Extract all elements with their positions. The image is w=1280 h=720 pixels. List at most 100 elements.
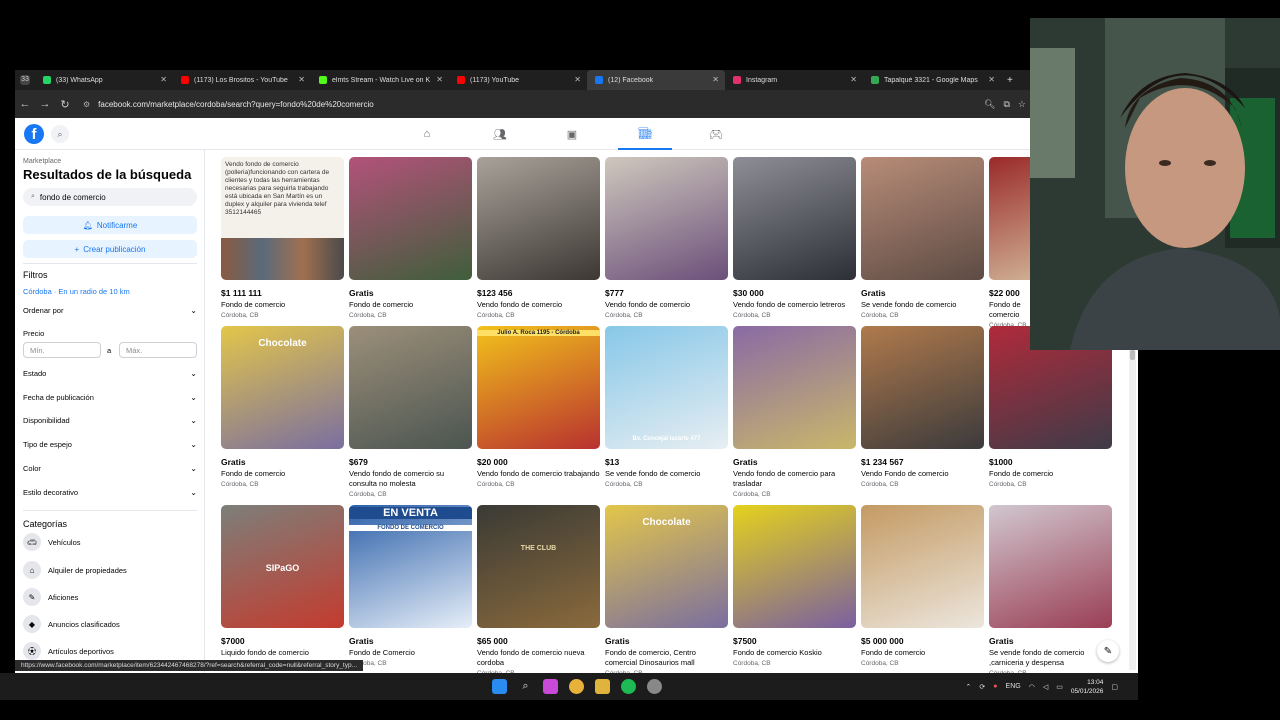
compose-message-button[interactable]: ✎ xyxy=(1097,640,1119,662)
listing-photo[interactable] xyxy=(733,326,856,449)
mic-icon[interactable]: ● xyxy=(993,683,997,690)
page-scrollbar[interactable] xyxy=(1129,350,1136,670)
forward-icon[interactable]: → xyxy=(35,94,55,114)
file-explorer-icon[interactable] xyxy=(595,679,610,694)
friends-nav-icon[interactable]: 👥︎ xyxy=(473,118,527,150)
listing-title[interactable]: Vendo fondo de comercio para trasladar xyxy=(733,469,856,489)
breadcrumb[interactable]: Marketplace xyxy=(23,158,61,165)
listing-card[interactable]: Chocolate Gratis Fondo de comercio Córdoba,… xyxy=(221,326,344,488)
listing-card[interactable]: Vendo fondo de comercio (polleria)funcio… xyxy=(221,157,344,319)
listing-photo[interactable]: Julio A. Roca 1195 - Córdoba xyxy=(477,326,600,449)
location-filter-link[interactable]: Córdoba · En un radio de 10 km xyxy=(23,287,130,296)
listing-photo[interactable]: THE CLUB xyxy=(477,505,600,628)
close-icon[interactable]: ✕ xyxy=(712,75,719,84)
listing-card[interactable]: Gratis Fondo de comercio Córdoba, CB xyxy=(349,157,472,319)
listing-title[interactable]: Fondo de comercio Koskio xyxy=(733,648,856,658)
listing-photo[interactable] xyxy=(861,505,984,628)
min-price-input[interactable]: Mín. xyxy=(23,342,101,358)
listing-photo[interactable] xyxy=(349,157,472,280)
listing-card[interactable]: $777 Vendo fondo de comercio Córdoba, CB xyxy=(605,157,728,319)
listing-photo[interactable]: EN VENTA FONDO DE COMERCIO xyxy=(349,505,472,628)
listing-card[interactable]: Gratis Vendo fondo de comercio para trasl… xyxy=(733,326,856,498)
sync-icon[interactable]: ⟳ xyxy=(979,683,985,691)
listing-photo[interactable] xyxy=(733,157,856,280)
tab-count-badge[interactable]: 33 xyxy=(15,70,35,90)
listing-title[interactable]: Vendo Fondo de comercio xyxy=(861,469,984,479)
reload-icon[interactable]: ↻ xyxy=(55,94,75,114)
listing-photo[interactable]: SIPaGO xyxy=(221,505,344,628)
category-clasificados[interactable]: ◆ Anuncios clasificados xyxy=(23,615,120,633)
tab-facebook[interactable]: (12) Facebook ✕ xyxy=(587,70,725,90)
tab-whatsapp[interactable]: (33) WhatsApp ✕ xyxy=(35,70,173,90)
close-icon[interactable]: ✕ xyxy=(160,75,167,84)
spotify-icon[interactable] xyxy=(621,679,636,694)
chrome-icon[interactable] xyxy=(569,679,584,694)
category-aficiones[interactable]: ✎ Aficiones xyxy=(23,588,78,606)
listing-photo[interactable]: Chocolate xyxy=(221,326,344,449)
listing-title[interactable]: Vendo fondo de comercio su consulta no m… xyxy=(349,469,472,489)
listing-card[interactable]: Gratis Se vende fondo de comercio Córdoba,… xyxy=(861,157,984,319)
listing-photo[interactable]: Los Fiambre xyxy=(989,157,1033,280)
tab-kick[interactable]: elmts Stream - Watch Live on K ✕ xyxy=(311,70,449,90)
close-icon[interactable]: ✕ xyxy=(850,75,857,84)
home-nav-icon[interactable]: ⌂ xyxy=(400,118,454,150)
tab-youtube-brositos[interactable]: (1173) Los Brositos - YouTube ✕ xyxy=(173,70,311,90)
search-icon[interactable]: ⌕ xyxy=(518,679,533,694)
filter-color[interactable]: Color ⌄ xyxy=(23,464,197,473)
search-input[interactable]: ⌕ fondo de comercio xyxy=(23,188,197,206)
clock[interactable]: 13:04 05/01/2026 xyxy=(1071,678,1104,696)
listing-photo[interactable]: Vendo fondo de comercio (polleria)funcio… xyxy=(221,157,344,280)
tab-instagram[interactable]: Instagram ✕ xyxy=(725,70,863,90)
notifications-icon[interactable]: ▢ xyxy=(1111,683,1118,691)
filter-disponibilidad[interactable]: Disponibilidad ⌄ xyxy=(23,416,197,425)
sort-dropdown[interactable]: Ordenar por ⌄ xyxy=(23,306,197,315)
listing-title[interactable]: Se vende fondo de comercio ,carniceria y… xyxy=(989,648,1112,668)
listing-card[interactable]: Bv. Concejal lazarte 477 $13 Se vende fond… xyxy=(605,326,728,488)
filter-estado[interactable]: Estado ⌄ xyxy=(23,369,197,378)
listing-card[interactable]: Gratis Se vende fondo de comercio ,carnic… xyxy=(989,505,1112,673)
listing-title[interactable]: Vendo fondo de comercio letreros xyxy=(733,300,856,310)
listing-title[interactable]: Vendo fondo de comercio xyxy=(477,300,600,310)
search-icon[interactable]: ⌕ xyxy=(51,125,69,143)
listing-title[interactable]: Fondo de comercio xyxy=(861,648,984,658)
category-alquiler[interactable]: ⌂ Alquiler de propiedades xyxy=(23,561,127,579)
create-listing-button[interactable]: + Crear publicación xyxy=(23,240,197,258)
listing-card[interactable]: EN VENTA FONDO DE COMERCIO Gratis Fondo de … xyxy=(349,505,472,667)
listing-title[interactable]: Se vende fondo de comercio xyxy=(861,300,984,310)
scrollbar-thumb[interactable] xyxy=(1130,350,1135,360)
url-field[interactable]: ⚙ facebook.com/marketplace/cordoba/search… xyxy=(83,100,984,109)
install-icon[interactable]: ⧉ xyxy=(1003,99,1009,110)
listing-title[interactable]: Liquido fondo de comercio xyxy=(221,648,344,658)
zoom-icon[interactable]: 🔍︎ xyxy=(984,99,995,110)
listing-card[interactable]: Chocolate Gratis Fondo de comercio, Centro… xyxy=(605,505,728,673)
listing-photo[interactable] xyxy=(989,505,1112,628)
gaming-nav-icon[interactable]: 🎮︎ xyxy=(689,118,743,150)
listing-photo[interactable]: Bv. Concejal lazarte 477 xyxy=(605,326,728,449)
category-vehiculos[interactable]: 🚗︎ Vehículos xyxy=(23,533,81,551)
windows-start-icon[interactable] xyxy=(492,679,507,694)
close-icon[interactable]: ✕ xyxy=(436,75,443,84)
volume-icon[interactable]: ◁ xyxy=(1043,683,1048,691)
filter-tipo-espejo[interactable]: Tipo de espejo ⌄ xyxy=(23,440,197,449)
listing-photo[interactable] xyxy=(477,157,600,280)
listing-photo[interactable] xyxy=(861,326,984,449)
close-icon[interactable]: ✕ xyxy=(298,75,305,84)
tab-google-maps[interactable]: Tapalqué 3321 - Google Maps ✕ xyxy=(863,70,1001,90)
listing-card[interactable]: $123 456 Vendo fondo de comercio Córdoba, … xyxy=(477,157,600,319)
listing-title[interactable]: Fondo de comercio, Centro comercial Dino… xyxy=(605,648,728,668)
language-indicator[interactable]: ENG xyxy=(1006,683,1021,690)
close-icon[interactable]: ✕ xyxy=(574,75,581,84)
category-deportivos[interactable]: ⚽︎ Artículos deportivos xyxy=(23,642,114,660)
notify-button[interactable]: 🔔︎ Notificarme xyxy=(23,216,197,234)
listing-card[interactable]: $30 000 Vendo fondo de comercio letreros C… xyxy=(733,157,856,319)
filter-fecha[interactable]: Fecha de publicación ⌄ xyxy=(23,393,197,402)
tab-youtube[interactable]: (1173) YouTube ✕ xyxy=(449,70,587,90)
listing-card[interactable]: $1000 Fondo de comercio Córdoba, CB xyxy=(989,326,1112,488)
bookmark-star-icon[interactable]: ☆ xyxy=(1018,99,1026,110)
marketplace-nav-icon[interactable]: 🏬︎ xyxy=(618,118,672,150)
new-tab-button[interactable]: + xyxy=(1001,70,1021,90)
listing-card[interactable]: Julio A. Roca 1195 - Córdoba $20 000 Vendo… xyxy=(477,326,600,488)
listing-title[interactable]: Fondo de comercio xyxy=(989,300,1033,320)
video-nav-icon[interactable]: ▣ xyxy=(545,118,599,150)
listing-photo[interactable]: Chocolate xyxy=(605,505,728,628)
